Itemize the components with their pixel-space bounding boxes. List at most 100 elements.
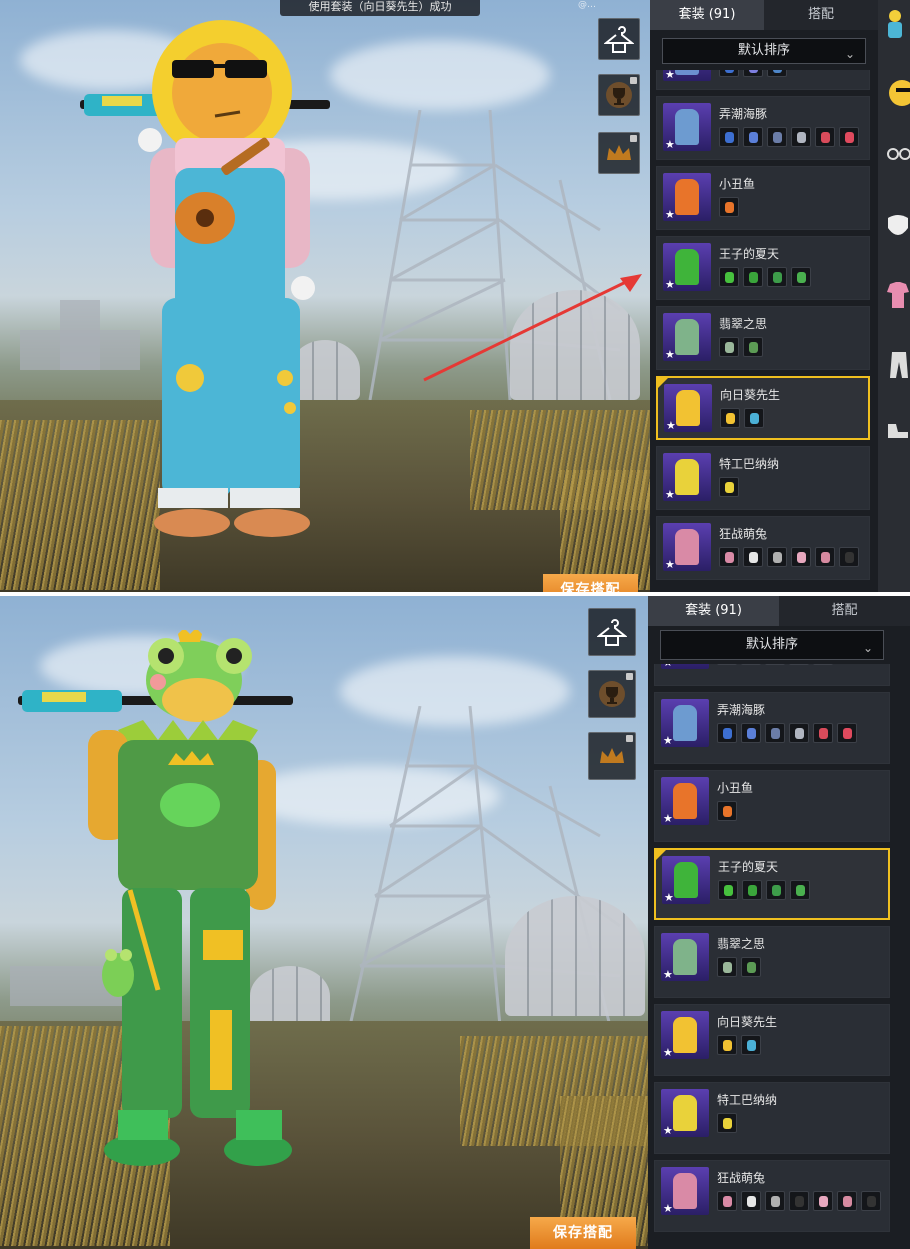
outfit-part-icon[interactable]: [719, 477, 739, 497]
outfit-part-icon[interactable]: [767, 127, 787, 147]
outfit-panel: 套装 (91) 搭配 默认排序 ⌄ ★★弄潮海豚★小丑鱼★王子的夏天★翡翠之思★…: [648, 596, 910, 1249]
outfit-part-icon[interactable]: [717, 801, 737, 821]
face-emoji-icon[interactable]: [888, 78, 910, 108]
outfit-part-icon[interactable]: [743, 70, 763, 77]
outfit-part-icon[interactable]: [789, 1191, 809, 1211]
shirt-icon[interactable]: [886, 280, 910, 310]
wardrobe-button[interactable]: [598, 18, 640, 60]
outfit-row[interactable]: ★ 特工巴纳纳: [656, 446, 870, 510]
outfit-row[interactable]: ★: [656, 70, 870, 90]
trophy-button[interactable]: [588, 670, 636, 718]
outfit-row[interactable]: ★ 翡翠之思: [656, 306, 870, 370]
outfit-part-icon[interactable]: [791, 267, 811, 287]
outfit-row[interactable]: ★ 向日葵先生: [654, 1004, 890, 1076]
side-toolbar: [598, 18, 640, 188]
outfit-part-icon[interactable]: [741, 1035, 761, 1055]
glasses-icon[interactable]: [886, 144, 910, 164]
outfit-part-icon[interactable]: [719, 127, 739, 147]
outfit-row[interactable]: ★ 狂战萌兔: [656, 516, 870, 580]
outfit-row[interactable]: ★ 小丑鱼: [654, 770, 890, 842]
outfit-part-icon[interactable]: [719, 267, 739, 287]
tab-combinations[interactable]: 搭配: [764, 0, 878, 30]
outfit-part-icon[interactable]: [837, 723, 857, 743]
wardrobe-button[interactable]: [588, 608, 636, 656]
shoes-icon[interactable]: [886, 420, 910, 442]
outfit-name: 狂战萌兔: [717, 1171, 766, 1185]
outfit-part-icon[interactable]: [791, 547, 811, 567]
outfit-part-icon[interactable]: [717, 1191, 737, 1211]
outfit-row[interactable]: ★ 向日葵先生: [656, 376, 870, 440]
outfit-part-icon[interactable]: [717, 1035, 737, 1055]
outfit-part-icon[interactable]: [719, 337, 739, 357]
outfit-part-icon[interactable]: [767, 70, 787, 77]
outfit-part-icon[interactable]: [717, 1113, 737, 1133]
outfit-figure-icon[interactable]: [884, 8, 906, 40]
outfit-part-icon[interactable]: [791, 127, 811, 147]
outfit-part-icon[interactable]: [766, 880, 786, 900]
outfit-parts: [719, 337, 763, 357]
outfit-row[interactable]: ★ 翡翠之思: [654, 926, 890, 998]
outfit-part-icon[interactable]: [743, 547, 763, 567]
outfit-part-icon[interactable]: [741, 957, 761, 977]
outfit-row[interactable]: ★ 特工巴纳纳: [654, 1082, 890, 1154]
outfit-part-icon[interactable]: [741, 664, 761, 665]
outfit-part-icon[interactable]: [815, 127, 835, 147]
sort-dropdown[interactable]: 默认排序 ⌄: [662, 38, 866, 64]
outfit-part-icon[interactable]: [765, 1191, 785, 1211]
tab-outfits[interactable]: 套装 (91): [648, 596, 779, 626]
red-arrow-annotation: [423, 274, 642, 382]
outfit-part-icon[interactable]: [742, 880, 762, 900]
outfit-part-icon[interactable]: [741, 1191, 761, 1211]
outfit-part-icon[interactable]: [767, 547, 787, 567]
outfit-part-icon[interactable]: [813, 723, 833, 743]
tab-combinations[interactable]: 搭配: [779, 596, 910, 626]
outfit-part-icon[interactable]: [861, 1191, 881, 1211]
outfit-part-icon[interactable]: [720, 408, 740, 428]
star-icon: ★: [663, 1046, 673, 1059]
outfit-part-icon[interactable]: [719, 547, 739, 567]
outfit-part-icon[interactable]: [837, 1191, 857, 1211]
outfit-part-icon[interactable]: [719, 70, 739, 77]
save-outfit-button[interactable]: 保存搭配: [530, 1217, 636, 1249]
outfit-part-icon[interactable]: [789, 723, 809, 743]
outfit-part-icon[interactable]: [813, 1191, 833, 1211]
outfit-part-icon[interactable]: [718, 880, 738, 900]
outfit-part-icon[interactable]: [743, 127, 763, 147]
outfit-name: 特工巴纳纳: [719, 457, 780, 471]
save-outfit-button[interactable]: 保存搭配: [543, 574, 638, 592]
outfit-part-icon[interactable]: [839, 127, 859, 147]
outfit-part-icon[interactable]: [717, 723, 737, 743]
outfit-part-icon[interactable]: [717, 664, 737, 665]
outfit-part-icon[interactable]: [765, 664, 785, 665]
pants-icon[interactable]: [888, 350, 910, 380]
sort-dropdown[interactable]: 默认排序 ⌄: [660, 630, 884, 660]
outfit-part-icon[interactable]: [719, 197, 739, 217]
outfit-figure: [673, 939, 697, 975]
outfit-row[interactable]: ★ 弄潮海豚: [656, 96, 870, 160]
outfit-part-icon[interactable]: [743, 267, 763, 287]
outfit-row[interactable]: ★ 小丑鱼: [656, 166, 870, 230]
outfit-part-icon[interactable]: [743, 337, 763, 357]
trophy-button[interactable]: [598, 74, 640, 116]
mask-icon[interactable]: [886, 212, 910, 242]
outfit-row[interactable]: ★ 狂战萌兔: [654, 1160, 890, 1232]
outfit-row[interactable]: ★: [654, 664, 890, 686]
outfit-part-icon[interactable]: [815, 547, 835, 567]
outfit-part-icon[interactable]: [717, 957, 737, 977]
player-character-frog: [18, 630, 293, 1166]
outfit-row[interactable]: ★ 王子的夏天: [656, 236, 870, 300]
crown-button[interactable]: [588, 732, 636, 780]
outfit-row[interactable]: ★ 王子的夏天: [654, 848, 890, 920]
outfit-part-icon[interactable]: [741, 723, 761, 743]
outfit-part-icon[interactable]: [789, 664, 809, 665]
outfit-part-icon[interactable]: [839, 547, 859, 567]
outfit-part-icon[interactable]: [767, 267, 787, 287]
outfit-part-icon[interactable]: [744, 408, 764, 428]
tab-outfits[interactable]: 套装 (91): [650, 0, 764, 30]
outfit-row[interactable]: ★ 弄潮海豚: [654, 692, 890, 764]
outfit-part-icon[interactable]: [765, 723, 785, 743]
outfit-part-icon[interactable]: [790, 880, 810, 900]
crown-button[interactable]: [598, 132, 640, 174]
outfit-part-icon[interactable]: [813, 664, 833, 665]
outfit-name: 小丑鱼: [717, 781, 754, 795]
